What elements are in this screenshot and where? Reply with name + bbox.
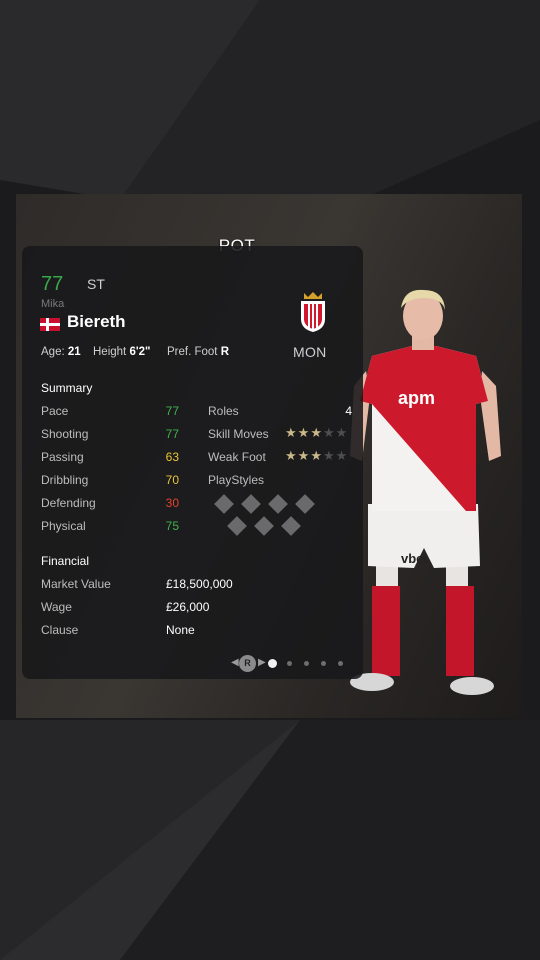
- player-last-name: Biereth: [67, 312, 126, 331]
- star-empty-icon: ★: [322, 425, 336, 440]
- playstyle-slot-icon[interactable]: [295, 494, 315, 514]
- star-filled-icon: ★: [297, 425, 311, 440]
- page-dot[interactable]: [287, 661, 292, 666]
- playstyle-slot-icon[interactable]: [254, 516, 274, 536]
- foot-label: Pref. Foot: [167, 346, 218, 358]
- attribute-label: Shooting: [41, 427, 89, 441]
- denmark-flag-icon: [40, 318, 60, 331]
- star-empty-icon: ★: [322, 448, 336, 463]
- attribute-value: 77: [165, 404, 179, 418]
- wage-value: £26,000: [166, 600, 210, 614]
- svg-text:apm: apm: [398, 388, 435, 408]
- page-dot[interactable]: [304, 661, 309, 666]
- star-filled-icon: ★: [310, 425, 323, 440]
- attribute-value: 63: [165, 450, 179, 464]
- weak-foot-label: Weak Foot: [208, 450, 266, 464]
- playstyle-slot-icon[interactable]: [241, 494, 261, 514]
- player-position: ST: [87, 276, 105, 292]
- chevron-left-icon[interactable]: ◀: [231, 657, 239, 668]
- attribute-label: Physical: [41, 519, 86, 533]
- roles-value: 4: [345, 404, 352, 418]
- playstyle-slot-icon[interactable]: [281, 516, 301, 536]
- skill-moves-label: Skill Moves: [208, 427, 269, 441]
- attribute-value: 30: [165, 496, 179, 510]
- clause-value: None: [166, 623, 195, 637]
- club-short-name: MON: [293, 344, 327, 360]
- club-crest-icon: [301, 292, 325, 332]
- star-empty-icon: ★: [335, 448, 349, 463]
- financial-title: Financial: [41, 554, 90, 568]
- right-stick-button[interactable]: R: [239, 655, 256, 672]
- attribute-label: Defending: [41, 496, 96, 510]
- star-empty-icon: ★: [335, 425, 349, 440]
- attribute-label: Dribbling: [41, 473, 89, 487]
- page-dot[interactable]: [321, 661, 326, 666]
- playstyle-slot-icon[interactable]: [268, 494, 288, 514]
- foot-info: Pref. Foot R: [167, 346, 229, 358]
- clause-label: Clause: [41, 623, 79, 637]
- height-info: Height 6'2": [93, 346, 150, 358]
- attribute-value: 77: [165, 427, 179, 441]
- player-first-name: Mika: [41, 298, 65, 310]
- player-info-card: 77 ST Mika Biereth MON Age: 21 Height 6'…: [22, 246, 363, 679]
- skill-moves-stars: ★★★★★: [285, 425, 348, 441]
- attribute-label: Pace: [41, 404, 69, 418]
- star-filled-icon: ★: [285, 448, 298, 463]
- foot-value: R: [220, 346, 230, 358]
- star-filled-icon: ★: [297, 448, 311, 463]
- attribute-label: Passing: [41, 450, 84, 464]
- svg-text:vbet: vbet: [401, 551, 428, 566]
- page-dot[interactable]: [338, 661, 343, 666]
- page-dot-active[interactable]: [268, 659, 277, 668]
- height-value: 6'2": [129, 346, 151, 358]
- attribute-value: 70: [165, 473, 179, 487]
- chevron-right-icon[interactable]: ▶: [258, 657, 266, 668]
- overall-rating: 77: [41, 273, 64, 295]
- summary-title: Summary: [41, 381, 93, 395]
- market-value-label: Market Value: [41, 577, 111, 591]
- age-info: Age: 21: [41, 346, 81, 358]
- player-image: vbet apm: [350, 289, 501, 695]
- weak-foot-stars: ★★★★★: [285, 448, 348, 464]
- playstyle-slot-icon[interactable]: [214, 494, 234, 514]
- age-value: 21: [67, 346, 81, 358]
- age-label: Age:: [41, 346, 65, 358]
- market-value: £18,500,000: [166, 577, 233, 591]
- attribute-value: 75: [165, 519, 179, 533]
- wage-label: Wage: [41, 600, 72, 614]
- roles-label: Roles: [208, 404, 239, 418]
- playstyles-label: PlayStyles: [208, 473, 265, 487]
- star-filled-icon: ★: [310, 448, 323, 463]
- star-filled-icon: ★: [285, 425, 298, 440]
- playstyle-slot-icon[interactable]: [227, 516, 247, 536]
- height-label: Height: [93, 346, 127, 358]
